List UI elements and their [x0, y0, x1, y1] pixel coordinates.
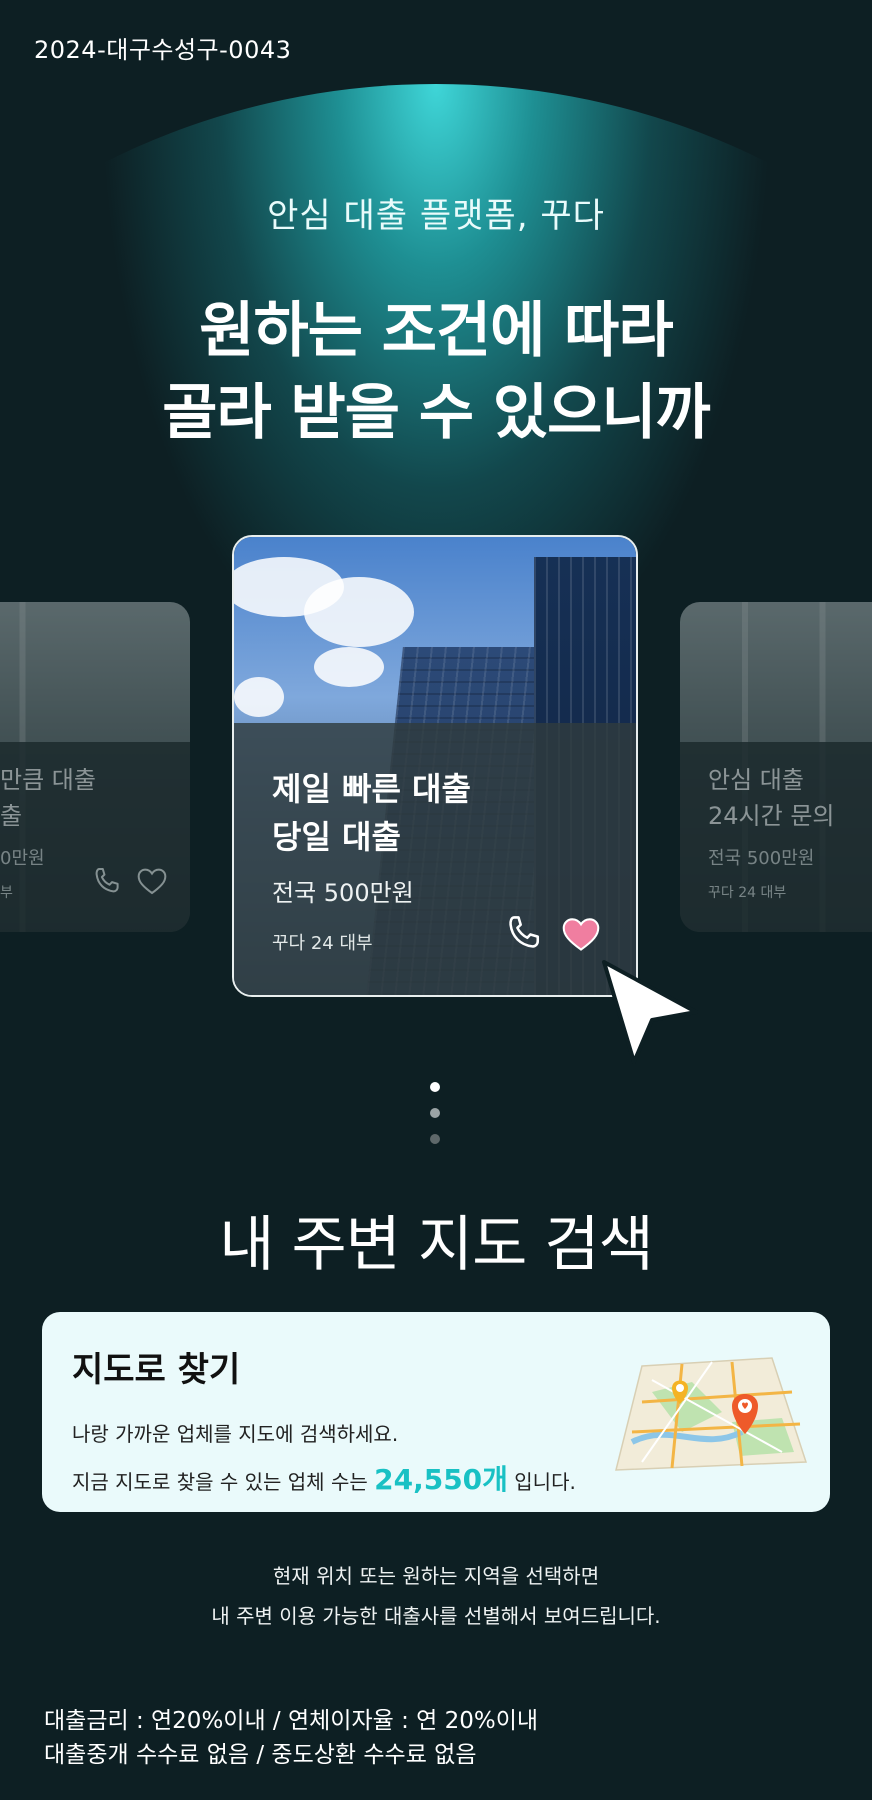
card-title: 제일 빠른 대출 당일 대출 — [272, 765, 471, 861]
loan-card-main[interactable]: 제일 빠른 대출 당일 대출 전국 500만원 꾸다 24 대부 — [232, 535, 638, 997]
card-company: 부 — [0, 885, 13, 901]
card-title-line2: 당일 대출 — [272, 818, 401, 856]
carousel-pagination — [430, 1082, 440, 1160]
loan-card-left[interactable]: 만큼 대출 출 0만원 부 — [0, 602, 190, 932]
loan-card-right[interactable]: 안심 대출 24시간 문의 전국 500만원 꾸다 24 대부 — [680, 602, 872, 932]
pagination-dot[interactable] — [430, 1134, 440, 1144]
pagination-dot[interactable] — [430, 1108, 440, 1118]
registration-code: 2024-대구수성구-0043 — [34, 36, 292, 64]
card-title: 만큼 대출 출 — [0, 762, 96, 834]
hero-title-line2: 골라 받을 수 있으니까 — [162, 378, 710, 448]
heart-icon[interactable] — [136, 866, 168, 900]
card-amount: 전국 500만원 — [272, 879, 414, 907]
map-card-title: 지도로 찾기 — [72, 1350, 241, 1390]
count-suffix: 입니다. — [507, 1470, 576, 1494]
footer-disclaimer: 대출금리 : 연20%이내 / 연체이자율 : 연 20%이내 대출중개 수수료… — [44, 1704, 538, 1772]
card-title-line1: 안심 대출 — [708, 766, 804, 794]
hero-title-line1: 원하는 조건에 따라 — [199, 296, 673, 366]
heart-icon[interactable] — [560, 915, 602, 957]
card-title-line1: 만큼 대출 — [0, 766, 96, 794]
map-section-heading: 내 주변 지도 검색 — [219, 1210, 654, 1280]
cloud — [234, 677, 284, 717]
card-title-line1: 제일 빠른 대출 — [272, 770, 471, 808]
map-info-text: 현재 위치 또는 원하는 지역을 선택하면 내 주변 이용 가능한 대출사를 선… — [0, 1556, 872, 1636]
map-card-description: 나랑 가까운 업체를 지도에 검색하세요. — [72, 1422, 399, 1446]
card-title-line2: 출 — [0, 802, 23, 830]
card-company: 꾸다 24 대부 — [708, 885, 787, 901]
cloud — [314, 647, 384, 687]
card-company: 꾸다 24 대부 — [272, 933, 373, 954]
phone-icon[interactable] — [502, 911, 546, 959]
map-info-line1: 현재 위치 또는 원하는 지역을 선택하면 — [272, 1564, 600, 1588]
cursor-icon — [600, 958, 700, 1072]
hero-title: 원하는 조건에 따라 골라 받을 수 있으니까 — [0, 290, 872, 454]
count-prefix: 지금 지도로 찾을 수 있는 업체 수는 — [72, 1470, 375, 1494]
map-card-count-text: 지금 지도로 찾을 수 있는 업체 수는 24,550개 입니다. — [72, 1458, 576, 1498]
footer-line2: 대출중개 수수료 없음 / 중도상환 수수료 없음 — [44, 1742, 477, 1768]
card-title: 안심 대출 24시간 문의 — [708, 762, 835, 834]
page: 2024-대구수성구-0043 안심 대출 플랫폼, 꾸다 원하는 조건에 따라… — [0, 0, 872, 1800]
phone-icon[interactable] — [90, 864, 124, 902]
pagination-dot-active[interactable] — [430, 1082, 440, 1092]
footer-line1: 대출금리 : 연20%이내 / 연체이자율 : 연 20%이내 — [44, 1708, 539, 1734]
cloud — [304, 577, 414, 647]
map-icon — [612, 1352, 808, 1480]
map-search-card[interactable]: 지도로 찾기 나랑 가까운 업체를 지도에 검색하세요. 지금 지도로 찾을 수… — [42, 1312, 830, 1512]
card-amount: 0만원 — [0, 848, 45, 869]
hero-subtitle: 안심 대출 플랫폼, 꾸다 — [267, 196, 605, 236]
card-amount: 전국 500만원 — [708, 848, 815, 869]
business-count: 24,550개 — [374, 1463, 508, 1496]
map-info-line2: 내 주변 이용 가능한 대출사를 선별해서 보여드립니다. — [211, 1604, 661, 1628]
card-title-line2: 24시간 문의 — [708, 802, 835, 830]
